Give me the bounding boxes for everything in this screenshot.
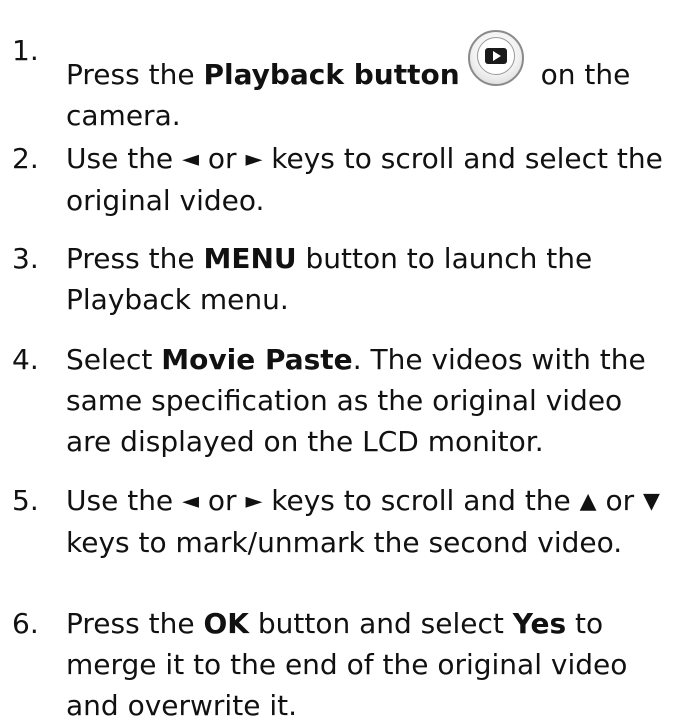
playback-button-icon: [467, 30, 524, 86]
menu-button-label: MENU: [203, 242, 297, 275]
step-number: 2.: [12, 142, 39, 175]
step-number: 5.: [12, 484, 39, 517]
step-text: Use the ◄ or ► keys to scroll and the ▲ …: [66, 484, 660, 559]
right-arrow-icon: ►: [245, 489, 263, 514]
movie-paste-label: Movie Paste: [161, 343, 353, 376]
yes-option-label: Yes: [512, 607, 567, 640]
step-2: 2. Use the ◄ or ► keys to scroll and sel…: [0, 138, 679, 221]
step-4: 4. Select Movie Paste. The videos with t…: [0, 339, 679, 462]
step-text: Press the MENU button to launch the Play…: [66, 242, 593, 316]
step-3: 3. Press the MENU button to launch the P…: [0, 238, 679, 320]
step-text: Press the OK button and select Yes to me…: [66, 607, 628, 722]
up-arrow-icon: ▲: [579, 489, 597, 514]
step-number: 6.: [12, 607, 39, 640]
step-number: 1.: [12, 34, 39, 67]
step-number: 3.: [12, 242, 39, 275]
step-5: 5. Use the ◄ or ► keys to scroll and the…: [0, 480, 679, 563]
step-text: Use the ◄ or ► keys to scroll and select…: [66, 142, 663, 217]
left-arrow-icon: ◄: [182, 147, 199, 172]
right-arrow-icon: ►: [245, 147, 263, 172]
step-1: 1. Press the Playback button on the came…: [0, 30, 679, 136]
left-arrow-icon: ◄: [182, 489, 199, 514]
step-text: Press the Playback button on the camera.: [66, 30, 671, 136]
ok-button-label: OK: [203, 607, 249, 640]
down-arrow-icon: ▼: [643, 489, 660, 514]
playback-button-label: Playback button: [203, 58, 460, 91]
step-text: Select Movie Paste. The videos with the …: [66, 343, 646, 458]
step-number: 4.: [12, 343, 39, 376]
step-6: 6. Press the OK button and select Yes to…: [0, 603, 679, 726]
